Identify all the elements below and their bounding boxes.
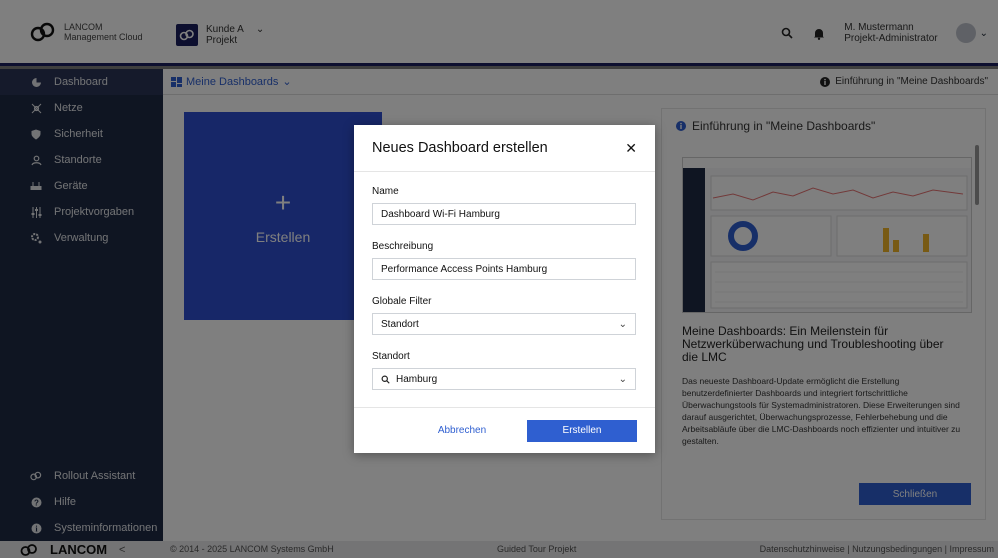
cancel-button[interactable]: Abbrechen <box>407 420 517 442</box>
chevron-down-icon: ⌄ <box>618 373 627 385</box>
create-button[interactable]: Erstellen <box>527 419 637 442</box>
location-value: Hamburg <box>396 373 438 385</box>
description-value: Performance Access Points Hamburg <box>381 263 548 275</box>
name-field[interactable]: Dashboard Wi-Fi Hamburg <box>372 203 636 225</box>
global-filter-value: Standort <box>381 318 419 330</box>
location-label: Standort <box>372 351 410 362</box>
dialog-body: Name Dashboard Wi-Fi Hamburg Beschreibun… <box>354 172 655 390</box>
name-value: Dashboard Wi-Fi Hamburg <box>381 208 500 220</box>
dialog-footer: Abbrechen Erstellen <box>354 407 655 453</box>
dialog-title: Neues Dashboard erstellen <box>372 140 548 156</box>
description-field[interactable]: Performance Access Points Hamburg <box>372 258 636 280</box>
global-filter-select[interactable]: Standort ⌄ <box>372 313 636 335</box>
new-dashboard-dialog: Neues Dashboard erstellen ✕ Name Dashboa… <box>354 125 655 453</box>
global-filter-label: Globale Filter <box>372 296 432 307</box>
location-select[interactable]: Hamburg ⌄ <box>372 368 636 390</box>
chevron-down-icon: ⌄ <box>618 318 627 330</box>
search-icon <box>381 375 390 384</box>
close-icon[interactable]: ✕ <box>625 140 637 157</box>
description-label: Beschreibung <box>372 241 434 252</box>
dialog-header: Neues Dashboard erstellen ✕ <box>354 125 655 172</box>
name-label: Name <box>372 186 399 197</box>
